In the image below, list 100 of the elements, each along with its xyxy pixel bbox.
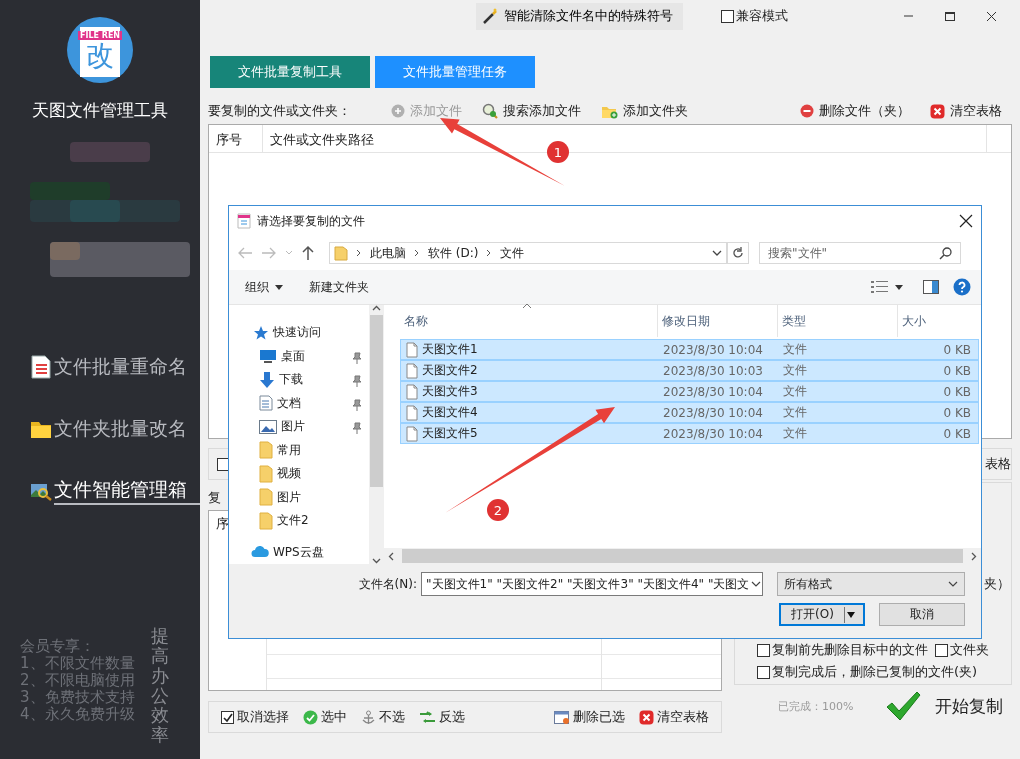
file-name-field[interactable]: "天图文件1" "天图文件2" "天图文件3" "天图文件4" "天图文 [421,572,763,596]
nav-item[interactable]: 快速访问 [229,321,369,345]
scrollbar[interactable] [369,305,384,564]
chevron-down-icon[interactable] [372,558,381,564]
column-header[interactable]: 类型 [778,305,898,337]
file-date: 2023/8/30 10:04 [663,405,763,420]
nav-item[interactable]: 图片 [229,415,369,439]
cancel-button[interactable]: 取消 [879,603,965,626]
column-header[interactable]: 修改日期 [658,305,778,337]
image-icon [259,419,277,434]
start-button[interactable]: 开始复制 [879,689,1010,723]
checkbox[interactable] [757,643,770,657]
breadcrumb[interactable]: 软件 (D:) [428,244,479,262]
file-row[interactable]: 天图文件2 2023/8/30 10:03 文件 0 KB [400,360,979,381]
file-row[interactable]: 天图文件5 2023/8/30 10:04 文件 0 KB [400,423,979,444]
checkbox[interactable] [221,710,234,724]
monitor-icon [259,349,277,364]
toolbar-button[interactable]: 不选 [355,704,411,730]
swap-arrows-icon [419,710,436,724]
app-name: 天图文件管理工具 [32,99,168,122]
checkbox[interactable] [721,9,734,23]
option-checkbox[interactable]: 文件夹 [935,641,989,659]
chevron-left-icon[interactable] [388,551,394,561]
document-icon [30,355,52,379]
magnifier-icon [30,481,52,501]
nav-item[interactable]: 文档 [229,391,369,415]
toolbar-button[interactable]: 清空表格 [920,99,1012,123]
close-icon[interactable] [984,9,998,23]
breadcrumb[interactable]: 此电脑 [370,244,406,262]
slogan-text: 提高办公效率 [150,626,169,745]
column-header[interactable]: 大小 [898,305,974,337]
scrollbar[interactable] [384,548,981,564]
option-checkbox[interactable]: 复制前先删除目标中的文件 [757,641,928,659]
sidebar-item[interactable]: 文件批量重命名 [30,354,200,380]
nav-item[interactable]: 图片 [229,485,369,509]
breadcrumb[interactable]: 文件 [500,244,525,262]
maximize-icon[interactable] [942,9,956,23]
chevron-right-icon[interactable] [971,551,977,561]
chevron-down-icon[interactable] [712,250,722,256]
minus-icon [800,104,814,118]
nav-item[interactable]: 下载 [229,368,369,392]
file-icon [405,383,418,400]
file-type: 文件 [783,425,807,442]
column-header: 序号 [209,125,263,152]
file-icon [405,362,418,379]
toolbar-button[interactable]: 搜索添加文件 [472,99,591,123]
toolbar-button[interactable]: 反选 [413,704,471,730]
toolbar-button[interactable]: 新建文件夹 [303,276,375,298]
toolbar-button[interactable]: 添加文件夹 [591,99,698,123]
app-icon [237,213,251,229]
caret-icon [895,284,903,290]
check-icon [222,711,233,723]
file-name: 天图文件1 [422,341,478,358]
logo-glyph: 改 [86,40,114,72]
nav-item[interactable]: 视频 [229,462,369,486]
folder-icon [259,488,273,507]
address-bar[interactable]: 此电脑 软件 (D:) 文件 [329,242,727,264]
file-row[interactable]: 天图文件4 2023/8/30 10:04 文件 0 KB [400,402,979,423]
chevron-down-icon[interactable] [948,581,958,587]
compat-checkbox[interactable]: 兼容模式 [721,7,788,25]
file-date: 2023/8/30 10:03 [663,363,763,378]
nav-item[interactable]: 桌面 [229,344,369,368]
toolbar-button[interactable]: 删除文件（夹） [790,99,920,123]
help-icon[interactable] [953,278,971,296]
folder-icon [259,441,273,460]
tool-button[interactable]: 智能清除文件名中的特殊符号 [476,2,683,30]
file-row[interactable]: 天图文件1 2023/8/30 10:04 文件 0 KB [400,339,979,360]
checkbox[interactable] [935,643,948,657]
toolbar-button[interactable]: 组织 [239,276,289,298]
chevron-down-icon[interactable] [751,581,762,587]
folder-icon [30,419,52,439]
file-name: 天图文件2 [422,362,478,379]
option-checkbox[interactable]: 复制完成后，删除已复制的文件(夹) [757,663,978,681]
refresh-icon[interactable] [732,247,744,259]
search-icon [482,103,498,119]
toolbar-button[interactable]: 选中 [297,704,353,730]
close-icon[interactable] [959,214,973,228]
caret-icon [843,606,856,623]
file-row[interactable]: 天图文件3 2023/8/30 10:04 文件 0 KB [400,381,979,402]
search-field[interactable]: 搜索"文件" [759,242,961,264]
magic-wand-icon [482,8,498,24]
toolbar-button[interactable]: 删除已选 [548,704,631,730]
tab[interactable]: 文件批量复制工具 [210,56,370,88]
cloud-icon [251,546,269,559]
list-view-icon [871,281,889,293]
search-icon[interactable] [939,246,952,260]
file-size: 0 KB [943,405,971,420]
open-button[interactable]: 打开(O) [779,603,865,626]
clear-icon [639,709,654,725]
toolbar-button[interactable]: 清空表格 [633,704,715,730]
filter-dropdown[interactable]: 所有格式 [777,572,965,596]
column-header[interactable]: 名称 [400,305,658,337]
chevron-up-icon[interactable] [372,305,381,311]
nav-item[interactable]: 常用 [229,438,369,462]
preview-pane-icon[interactable] [923,280,939,294]
sidebar-item[interactable]: 文件夹批量改名 [30,416,200,442]
checkbox-button[interactable]: 取消选择 [215,704,295,730]
checkbox[interactable] [757,665,770,679]
clear-icon [930,103,945,119]
up-arrow-icon[interactable] [301,245,315,261]
